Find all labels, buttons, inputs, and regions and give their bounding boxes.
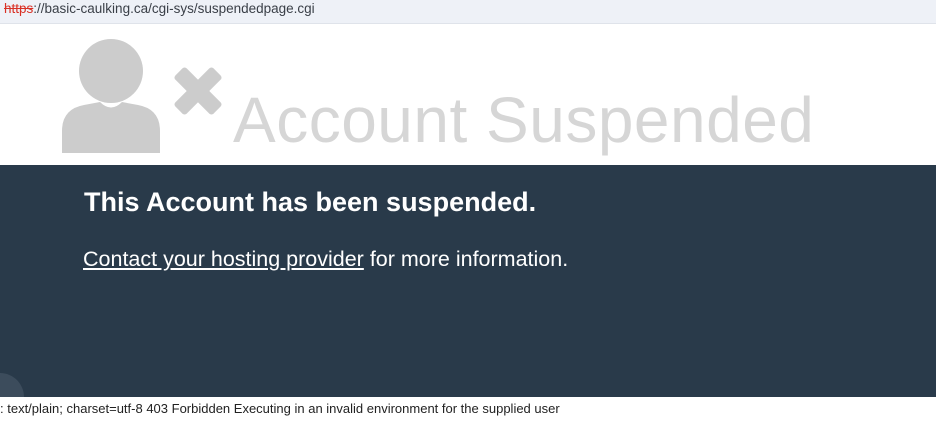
suspension-heading: This Account has been suspended.	[84, 187, 537, 217]
user-remove-icon	[62, 39, 222, 153]
page-title: Account Suspended	[233, 84, 815, 156]
suspended-hero: Account Suspended	[0, 31, 936, 165]
url-scheme: https	[4, 1, 34, 16]
address-bar[interactable]: https://basic-caulking.ca/cgi-sys/suspen…	[0, 0, 936, 24]
decorative-corner-shape	[0, 373, 24, 397]
url-path: ://basic-caulking.ca/cgi-sys/suspendedpa…	[33, 1, 315, 16]
contact-hosting-provider-link[interactable]: Contact your hosting provider	[83, 247, 364, 271]
contact-suffix: for more information.	[363, 247, 569, 271]
contact-message: Contact your hosting provider for more i…	[83, 247, 568, 272]
error-message: : text/plain; charset=utf-8 403 Forbidde…	[0, 401, 560, 416]
suspension-panel: This Account has been suspended. Contact…	[0, 165, 936, 397]
